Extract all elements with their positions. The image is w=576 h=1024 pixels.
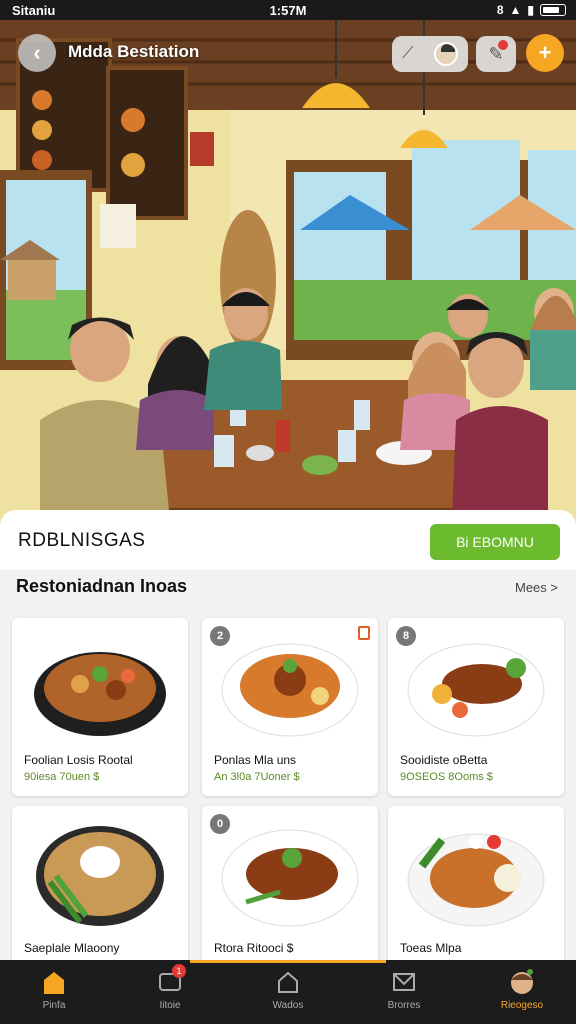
pin-icon: ⟋ xyxy=(402,45,414,62)
nav-label: Wados xyxy=(272,1000,304,1011)
content-sheet: RDBLNISGAS Bi EBOMNU Restoniadnan Inoas … xyxy=(0,510,576,962)
clock: 1:57M xyxy=(269,3,307,18)
nav-label: Iitoie xyxy=(159,1000,181,1011)
wifi-icon: ▲ xyxy=(509,3,522,17)
dish-tag: 2 xyxy=(210,626,230,646)
dish-image xyxy=(407,643,545,737)
dish-name: Saeplale Mlaoony xyxy=(24,941,120,955)
back-button[interactable]: ‹ xyxy=(18,34,56,72)
bookmark-icon[interactable] xyxy=(358,626,370,640)
back-arrow-icon: ‹ xyxy=(33,40,41,65)
section-header: RDBLNISGAS Bi EBOMNU xyxy=(0,510,576,570)
dish-name: Ponlas Mla uns xyxy=(214,753,297,767)
dish-name: Toeas Mlpa xyxy=(400,941,462,955)
dish-tag: 0 xyxy=(210,814,230,834)
section-label: RDBLNISGAS xyxy=(18,530,146,551)
battery-icon xyxy=(540,4,566,16)
dish-card[interactable]: 8 Sooidiste oBetta 9OSEOS 8Ooms $ xyxy=(388,618,564,796)
cta-button[interactable]: Bi EBOMNU xyxy=(430,524,560,560)
nav-indicator xyxy=(190,960,386,963)
nav-label: Pinfa xyxy=(42,1000,66,1011)
dish-image xyxy=(36,826,164,926)
dish-name: Rtora Ritooci $ xyxy=(214,941,294,955)
plus-icon: + xyxy=(538,40,552,65)
dish-meta: 90iesa 70uen $ xyxy=(24,771,100,783)
dish-card[interactable]: Toeas Mlpa xyxy=(388,806,564,962)
bottom-navigation: Pinfa 1 Iitoie Wados Brorres Rieogeso xyxy=(0,960,576,1024)
restaurant-illustration xyxy=(0,20,576,525)
dish-image xyxy=(221,643,359,737)
list-title: Restoniadnan Inoas xyxy=(16,576,188,596)
nav-label: Brorres xyxy=(387,1000,421,1011)
nav-item-inbox[interactable]: Brorres xyxy=(356,968,452,1011)
dish-image xyxy=(221,829,359,927)
dish-meta: An 3l0a 7Uoner $ xyxy=(214,771,300,783)
nav-item-orders[interactable]: 1 Iitoie xyxy=(122,964,218,1011)
orders-icon: 1 xyxy=(156,964,186,996)
profile-icon xyxy=(511,969,533,994)
edit-button[interactable]: ✎ xyxy=(476,36,516,72)
user-avatar-icon xyxy=(433,42,458,66)
dish-card[interactable]: 0 Rtora Ritooci $ xyxy=(202,806,378,962)
dish-name: Sooidiste oBetta xyxy=(400,753,488,767)
dish-image xyxy=(407,833,545,927)
restaurant-title: Mdda Bestiation xyxy=(68,42,200,61)
inbox-icon xyxy=(393,973,415,991)
home-icon xyxy=(44,972,64,994)
orders-badge: 1 xyxy=(172,964,186,978)
nav-item-wados[interactable]: Wados xyxy=(240,968,336,1011)
dish-card[interactable]: Foolian Losis Rootal 90iesa 70uen $ xyxy=(12,618,188,796)
tools-pill[interactable]: ⟋ xyxy=(392,36,468,72)
dish-tag: 8 xyxy=(396,626,416,646)
nav-item-home[interactable]: Pinfa xyxy=(6,968,102,1011)
notification-dot xyxy=(498,40,508,50)
cell-icon: ▮ xyxy=(527,3,534,17)
dish-card[interactable]: Saeplale Mlaoony xyxy=(12,806,188,962)
dish-image xyxy=(34,652,166,736)
dish-card[interactable]: 2 Ponlas Mla uns An 3l0a 7Uoner $ xyxy=(202,618,378,796)
house-icon xyxy=(278,971,298,993)
nav-label: Rieogeso xyxy=(500,1000,544,1011)
dish-meta: 9OSEOS 8Ooms $ xyxy=(400,771,493,783)
hero-top-bar: ‹ Mdda Bestiation ⟋ ✎ + xyxy=(0,30,576,78)
add-button[interactable]: + xyxy=(526,34,564,72)
nav-item-profile[interactable]: Rieogeso xyxy=(474,968,570,1011)
status-icons: 8 ▲ ▮ xyxy=(497,3,566,17)
more-link[interactable]: Mees > xyxy=(515,580,558,595)
signal-icon: 8 xyxy=(496,3,504,17)
dish-name: Foolian Losis Rootal xyxy=(24,753,133,767)
status-bar: Sitaniu 1:57M 8 ▲ ▮ xyxy=(0,0,576,20)
hero-banner: ‹ Mdda Bestiation ⟋ ✎ + xyxy=(0,20,576,525)
